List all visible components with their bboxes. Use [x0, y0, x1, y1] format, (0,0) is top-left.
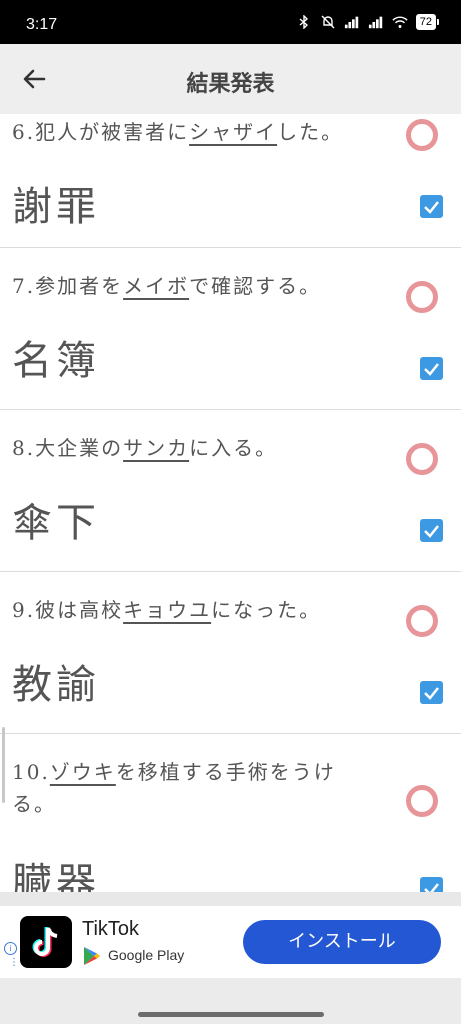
battery-level: 72: [415, 14, 436, 30]
google-play-icon: [82, 946, 102, 966]
bluetooth-icon: [296, 15, 312, 29]
question-katakana: メイボ: [123, 274, 190, 298]
signal-icon: [368, 15, 384, 29]
checkbox[interactable]: [420, 195, 443, 218]
list-item: 6.犯人が被害者にシャザイした。 謝罪: [0, 114, 461, 248]
answer-text: 謝罪: [12, 184, 100, 230]
answer-text: 教諭: [12, 662, 100, 708]
tiktok-logo-icon[interactable]: [20, 916, 72, 968]
answer-text: 傘下: [12, 500, 100, 546]
answer-text: 臓器: [12, 860, 100, 892]
checkbox[interactable]: [420, 877, 443, 892]
divider: [0, 892, 461, 906]
list-item: 9.彼は高校キョウユになった。 教諭: [0, 572, 461, 734]
question-text: 6.犯人が被害者にシャザイした。: [12, 120, 344, 144]
ad-app-name: TikTok: [82, 918, 140, 940]
question-katakana: キョウユ: [123, 598, 212, 622]
question-katakana: シャザイ: [189, 120, 278, 144]
question-text: 7.参加者をメイボで確認する。: [12, 274, 322, 298]
status-time: 3:17: [26, 16, 58, 33]
correct-mark-icon: [406, 785, 438, 817]
wifi-icon: [392, 15, 408, 29]
list-item: 8.大企業のサンカに入る。 傘下: [0, 410, 461, 572]
question-katakana: ゾウキ: [49, 760, 116, 784]
question-text: 10.ゾウキを移植する手術をうける。: [12, 760, 336, 816]
scrollbar[interactable]: [2, 727, 5, 803]
checkbox[interactable]: [420, 519, 443, 542]
correct-mark-icon: [406, 119, 438, 151]
navigation-bar: [0, 978, 461, 1024]
install-button[interactable]: インストール: [243, 920, 441, 964]
mute-icon: [320, 15, 336, 29]
correct-mark-icon: [406, 281, 438, 313]
question-text: 8.大企業のサンカに入る。: [12, 436, 278, 460]
results-list[interactable]: 6.犯人が被害者にシャザイした。 謝罪 7.参加者をメイボで確認する。 名簿 8…: [0, 114, 461, 892]
info-icon[interactable]: i: [4, 942, 17, 955]
status-icons: 72: [296, 14, 439, 30]
more-icon[interactable]: ⋮: [9, 958, 19, 968]
list-item: 10.ゾウキを移植する手術をうける。 臓器: [0, 734, 461, 892]
question-katakana: サンカ: [123, 436, 190, 460]
app-bar: 結果発表: [0, 44, 461, 114]
answer-text: 名簿: [12, 338, 100, 384]
ad-banner[interactable]: i ⋮ TikTok Google Play インストール: [0, 906, 461, 978]
checkbox[interactable]: [420, 681, 443, 704]
question-text: 9.彼は高校キョウユになった。: [12, 598, 322, 622]
page-title: 結果発表: [186, 72, 275, 97]
home-handle[interactable]: [138, 1012, 324, 1017]
ad-store-name: Google Play: [108, 947, 185, 963]
checkbox[interactable]: [420, 357, 443, 380]
correct-mark-icon: [406, 443, 438, 475]
battery-icon: 72: [415, 14, 439, 30]
list-item: 7.参加者をメイボで確認する。 名簿: [0, 248, 461, 410]
signal-icon: [344, 15, 360, 29]
status-bar: 3:17 72: [0, 0, 461, 44]
correct-mark-icon: [406, 605, 438, 637]
